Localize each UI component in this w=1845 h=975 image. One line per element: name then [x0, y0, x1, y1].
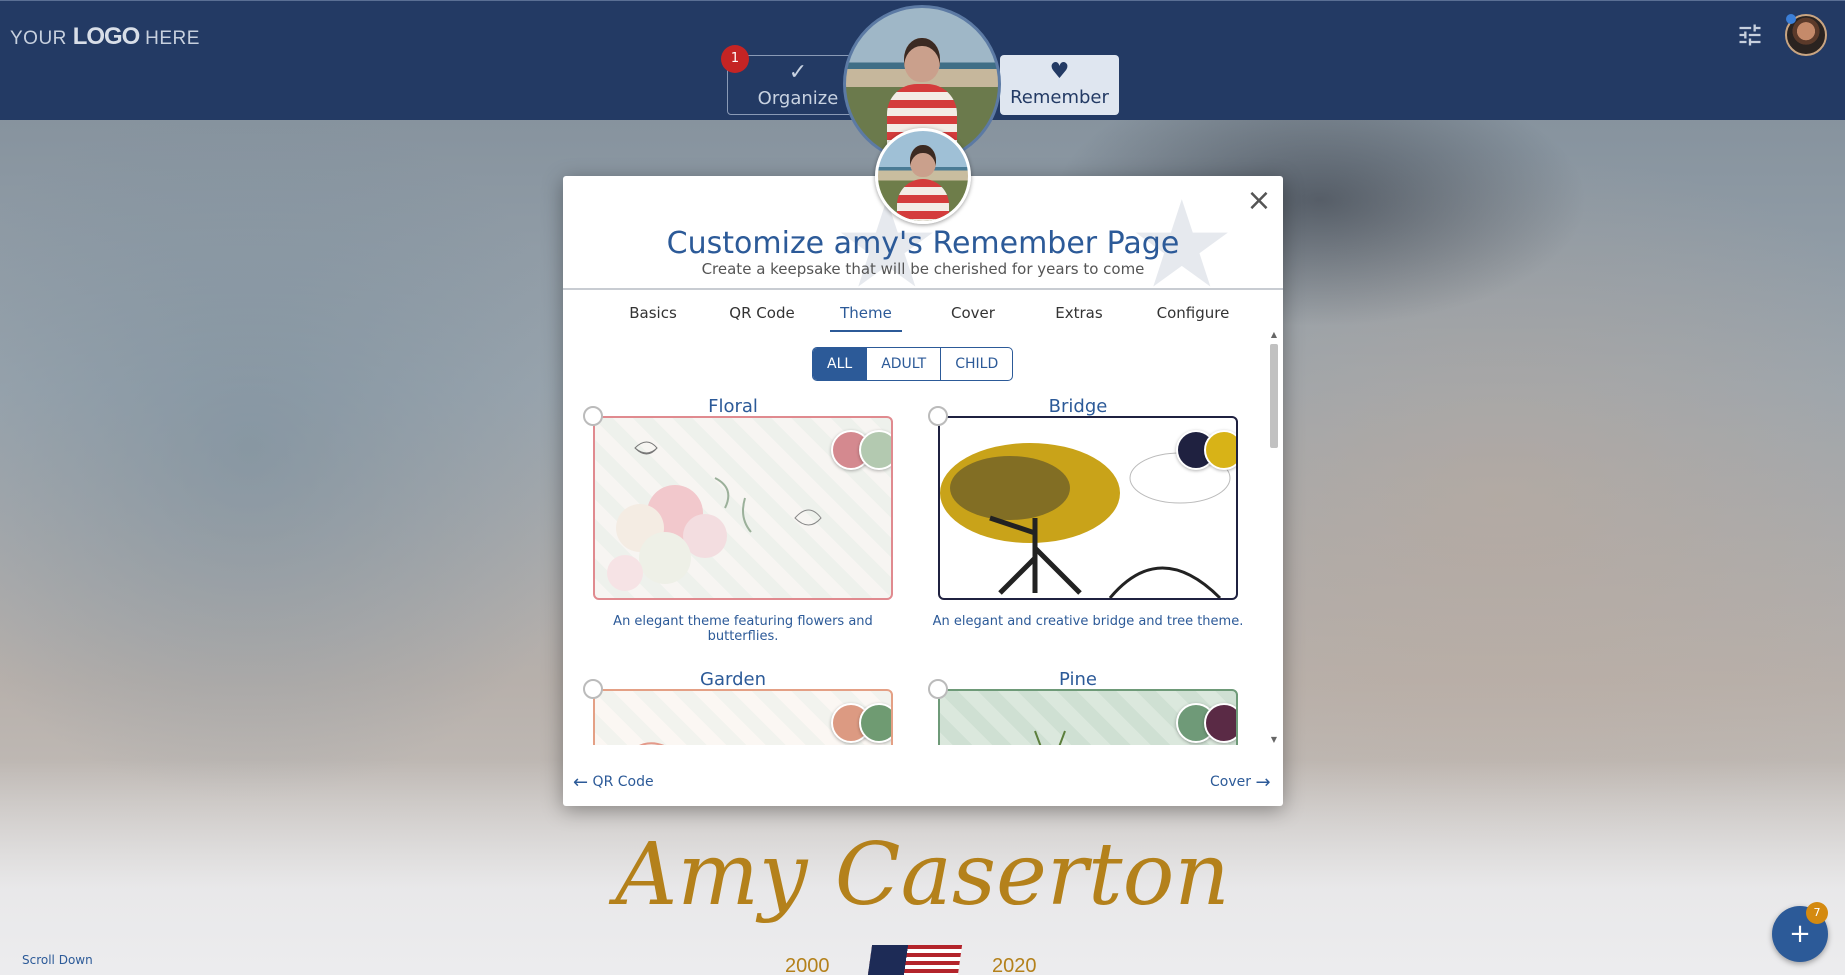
photo-figure	[897, 145, 949, 221]
tab-cover[interactable]: Cover	[945, 296, 1001, 332]
next-tab-button[interactable]: Cover →	[1210, 772, 1271, 793]
arrow-right-icon: →	[1255, 772, 1271, 793]
scroll-thumb[interactable]	[1270, 344, 1278, 448]
photo-head	[910, 145, 936, 177]
memorial-name: Amy Caserton	[615, 825, 1230, 925]
arrow-left-icon: ←	[573, 772, 589, 793]
theme-preview	[593, 689, 893, 745]
theme-description: An elegant theme featuring flowers and b…	[613, 614, 873, 644]
prev-tab-button[interactable]: ← QR Code	[573, 772, 654, 793]
logo-mark: LOGO	[72, 23, 141, 50]
tab-qr-code[interactable]: QR Code	[723, 296, 801, 332]
prev-tab-label: QR Code	[592, 774, 654, 790]
theme-list[interactable]: Floral An elegant theme featuring flower…	[563, 388, 1268, 745]
modal-profile-photo	[875, 128, 971, 224]
modal-tabs: Basics QR Code Theme Cover Extras Config…	[563, 296, 1283, 332]
filter-adult[interactable]: ADULT	[867, 348, 942, 380]
color-swatch	[1204, 703, 1236, 743]
tab-configure[interactable]: Configure	[1149, 296, 1237, 332]
logo-prefix: YOUR	[10, 28, 67, 49]
theme-radio[interactable]	[583, 679, 603, 699]
theme-description: An elegant and creative bridge and tree …	[932, 614, 1244, 629]
scroll-up-icon[interactable]: ▲	[1270, 330, 1278, 339]
scroll-down-hint[interactable]: Scroll Down	[22, 953, 93, 967]
theme-preview	[938, 689, 1238, 745]
modal-scrollbar[interactable]: ▲ ▼	[1269, 330, 1279, 745]
next-tab-label: Cover	[1210, 774, 1251, 790]
logo-suffix: HERE	[145, 28, 200, 49]
year-end: 2020	[992, 955, 1037, 975]
organize-badge: 1	[721, 45, 749, 73]
theme-name: Bridge	[1048, 396, 1108, 417]
theme-radio[interactable]	[583, 406, 603, 426]
step-remember[interactable]: ♥ Remember	[1000, 55, 1119, 115]
theme-filter: ALL ADULT CHILD	[812, 347, 1014, 381]
photo-head	[904, 38, 940, 82]
flag-icon	[867, 945, 963, 975]
tab-theme[interactable]: Theme	[830, 296, 902, 332]
year-start: 2000	[785, 955, 830, 975]
theme-preview	[593, 416, 893, 600]
theme-name: Garden	[700, 669, 766, 690]
scroll-down-icon[interactable]: ▼	[1270, 735, 1278, 744]
modal-subtitle: Create a keepsake that will be cherished…	[701, 260, 1145, 278]
color-swatch	[1204, 430, 1236, 470]
color-swatch	[859, 703, 891, 743]
color-swatch	[859, 430, 891, 470]
filter-all[interactable]: ALL	[813, 348, 868, 380]
theme-radio[interactable]	[928, 406, 948, 426]
online-indicator	[1786, 14, 1796, 24]
theme-preview	[938, 416, 1238, 600]
theme-name: Pine	[1059, 669, 1097, 690]
modal-title: Customize amy's Remember Page	[666, 226, 1180, 261]
tab-extras[interactable]: Extras	[1049, 296, 1109, 332]
close-button[interactable]: ×	[1246, 186, 1272, 216]
tab-basics[interactable]: Basics	[620, 296, 686, 332]
photo-shirt	[897, 179, 949, 221]
theme-radio[interactable]	[928, 679, 948, 699]
filter-child[interactable]: CHILD	[941, 348, 1012, 380]
logo[interactable]: YOUR LOGO HERE	[10, 23, 200, 51]
fab-badge: 7	[1806, 902, 1828, 924]
step-remember-label: Remember	[1010, 87, 1109, 108]
customize-modal: ★ ★ Customize amy's Remember Page Create…	[563, 128, 1283, 806]
theme-name: Floral	[708, 396, 758, 417]
heart-icon: ♥	[1049, 59, 1070, 84]
tune-icon[interactable]	[1736, 21, 1764, 49]
